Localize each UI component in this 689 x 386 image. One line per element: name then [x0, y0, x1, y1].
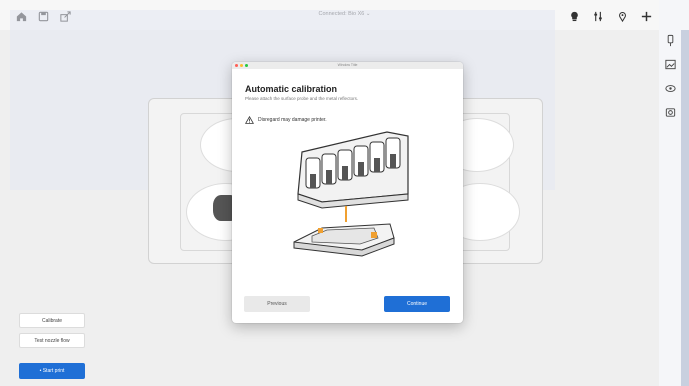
syringe-icon[interactable] [663, 33, 677, 47]
test-nozzle-flow-button[interactable]: Test nozzle flow [19, 333, 85, 348]
previous-button[interactable]: Previous [244, 296, 310, 312]
continue-button[interactable]: Continue [384, 296, 450, 312]
calibration-dialog: Window Title Automatic calibration Pleas… [232, 62, 463, 323]
app-window: Connected: Bio X6 ⌄ [0, 0, 689, 386]
sample-shape [213, 195, 233, 221]
printer-calibration-illustration [293, 131, 409, 257]
fan-icon[interactable] [639, 9, 653, 23]
camera-icon[interactable] [663, 105, 677, 119]
dialog-subtitle: Please attach the surface probe and the … [245, 96, 359, 101]
image-icon[interactable] [663, 57, 677, 71]
calibrate-button[interactable]: Calibrate [19, 313, 85, 328]
warning-text: Disregard may damage printer. [258, 117, 327, 123]
location-icon[interactable] [615, 9, 629, 23]
start-print-button[interactable]: • Start print [19, 363, 85, 379]
dialog-title: Automatic calibration [245, 84, 338, 94]
dialog-titlebar: Window Title [232, 62, 463, 69]
scrollbar[interactable] [681, 30, 689, 386]
sliders-icon[interactable] [591, 9, 605, 23]
window-title: Window Title [337, 63, 358, 67]
warning-icon [244, 111, 255, 129]
bulb-icon[interactable] [567, 9, 581, 23]
eye-icon[interactable] [663, 81, 677, 95]
